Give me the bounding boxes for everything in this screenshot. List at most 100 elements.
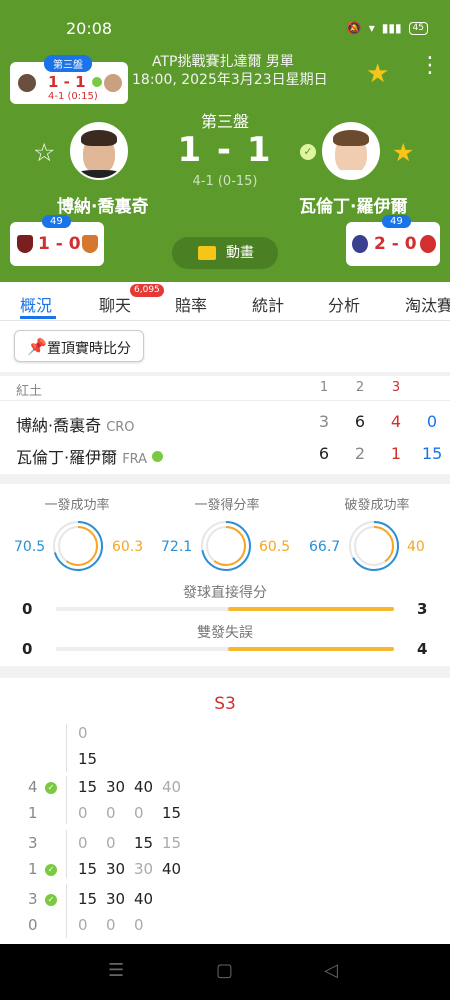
bar-fill	[228, 647, 394, 651]
set-label: 第三盤	[200, 112, 249, 131]
home-team-shield-icon	[17, 235, 33, 253]
game-home-count: 3	[28, 834, 38, 852]
home-set3: 4	[390, 412, 402, 431]
mini-game-score: 4-1 (0:15)	[48, 91, 98, 102]
favorite-star-icon[interactable]: ★	[366, 59, 389, 89]
away-player-name[interactable]: 瓦倫丁·羅伊爾	[299, 192, 407, 217]
league-info: ATP挑戰賽扎達爾 男單 18:00, 2025年3月23日星期日	[132, 53, 328, 89]
gauge-home-value: 70.5	[14, 539, 46, 555]
gauge-label: 一發得分率	[194, 498, 260, 513]
mini-score-card[interactable]: 第三盤 1 - 1 4-1 (0:15)	[10, 55, 128, 104]
tab-odds[interactable]: 賠率	[175, 292, 207, 316]
game-won-icon: ✓	[45, 864, 57, 876]
more-menu-icon[interactable]: ⋮	[419, 55, 441, 77]
home-mini-avatar	[18, 74, 36, 92]
away-player-avatar[interactable]	[322, 122, 380, 180]
home-icon[interactable]: ▢	[216, 960, 233, 981]
tab-bar: 概況 聊天 6,095 賠率 統計 分析 淘汰賽	[0, 282, 450, 320]
point: 40	[162, 778, 182, 796]
game-home-count: 3	[28, 890, 38, 908]
match-datetime: 18:00, 2025年3月23日星期日	[132, 72, 328, 88]
tab-knockout[interactable]: 淘汰賽	[405, 292, 450, 316]
away-h2h-badge: 49	[382, 215, 411, 228]
point: 15	[78, 890, 98, 908]
serve-indicator-icon	[92, 77, 102, 87]
set-header: 2	[355, 380, 365, 395]
point: 30	[106, 890, 126, 908]
match-score: 1 - 1	[177, 130, 273, 170]
point: 0	[106, 916, 116, 934]
game-won-icon: ✓	[45, 894, 57, 906]
divider	[66, 884, 67, 938]
gauge-away-value: 60.3	[112, 539, 144, 555]
current-bottom-point: 15	[78, 750, 98, 768]
home-player-avatar[interactable]	[70, 122, 128, 180]
away-set3: 1	[390, 444, 402, 463]
away-h2h-score: 2 - 0	[374, 234, 417, 254]
away-team-shield-icon	[352, 235, 368, 253]
pin-live-score-button[interactable]: 📌 置頂實時比分	[14, 330, 144, 362]
point: 40	[162, 860, 182, 878]
tab-chat[interactable]: 聊天	[99, 292, 131, 316]
gauge-ring	[349, 521, 399, 571]
stats-card: 一發成功率 一發得分率 破發成功率 70.5 60.3 72.1 60.5 66…	[0, 484, 450, 666]
point: 0	[134, 804, 144, 822]
mini-set-badge: 第三盤	[44, 55, 92, 72]
serving-icon	[152, 451, 164, 462]
point: 0	[78, 804, 88, 822]
home-h2h-card[interactable]: 49 1 - 0	[10, 215, 104, 266]
pin-icon: 📌	[27, 337, 47, 356]
divider	[0, 400, 450, 401]
tab-analysis[interactable]: 分析	[328, 292, 360, 316]
point: 15	[162, 804, 182, 822]
point: 0	[78, 916, 88, 934]
tab-stats[interactable]: 統計	[252, 292, 284, 316]
home-row-name: 博納·喬裏奇 CRO	[16, 416, 135, 435]
point: 15	[162, 834, 182, 852]
point: 40	[134, 890, 154, 908]
gauge-home-value: 72.1	[161, 539, 193, 555]
point: 0	[106, 804, 116, 822]
bar-label: 雙發失誤	[197, 625, 253, 641]
away-points: 15	[422, 444, 443, 463]
serving-icon: ✓	[300, 144, 316, 160]
gauge-away-value: 40	[407, 539, 425, 555]
bar-label: 發球直接得分	[183, 585, 267, 601]
divider	[66, 830, 67, 878]
animation-icon	[198, 246, 216, 260]
game-home-count: 4	[28, 778, 38, 796]
point: 0	[106, 834, 116, 852]
home-follow-star-icon[interactable]: ☆	[33, 138, 55, 167]
active-tab-indicator	[20, 316, 56, 319]
home-set1: 3	[318, 412, 330, 431]
tab-overview[interactable]: 概況	[20, 292, 52, 316]
game-away-count: 1	[28, 804, 38, 822]
point: 0	[78, 834, 88, 852]
home-opp-shield-icon	[82, 235, 98, 253]
away-set1: 6	[318, 444, 330, 463]
game-away-count: 0	[28, 916, 38, 934]
away-follow-star-icon[interactable]: ★	[392, 138, 414, 167]
recent-apps-icon[interactable]: ☰	[108, 960, 124, 981]
bar-away-value: 3	[417, 600, 428, 618]
point: 0	[134, 916, 144, 934]
match-header: 20:08 🔕 ▾ ▮▮▮ 45 第三盤 1 - 1 4-1 (0:15) AT…	[0, 0, 450, 282]
away-mini-avatar	[104, 74, 122, 92]
pin-strip: 📌 置頂實時比分	[0, 320, 450, 372]
home-player-name[interactable]: 博納·喬裏奇	[57, 192, 148, 217]
point: 30	[134, 860, 154, 878]
back-icon[interactable]: ◁	[324, 960, 338, 981]
bar-fill	[228, 607, 394, 611]
gauge-ring	[53, 521, 103, 571]
system-nav-bar: ☰ ▢ ◁	[0, 944, 450, 1000]
animation-button[interactable]: 動畫	[172, 237, 278, 269]
gauge-away-value: 60.5	[259, 539, 291, 555]
point: 15	[134, 834, 154, 852]
home-h2h-badge: 49	[42, 215, 71, 228]
away-opp-shield-icon	[420, 235, 436, 253]
battery-icon: 45	[408, 21, 428, 35]
set-header: 3	[391, 380, 401, 395]
gauge-home-value: 66.7	[309, 539, 341, 555]
away-h2h-card[interactable]: 49 2 - 0	[346, 215, 440, 266]
wifi-icon: ▾	[368, 21, 375, 35]
